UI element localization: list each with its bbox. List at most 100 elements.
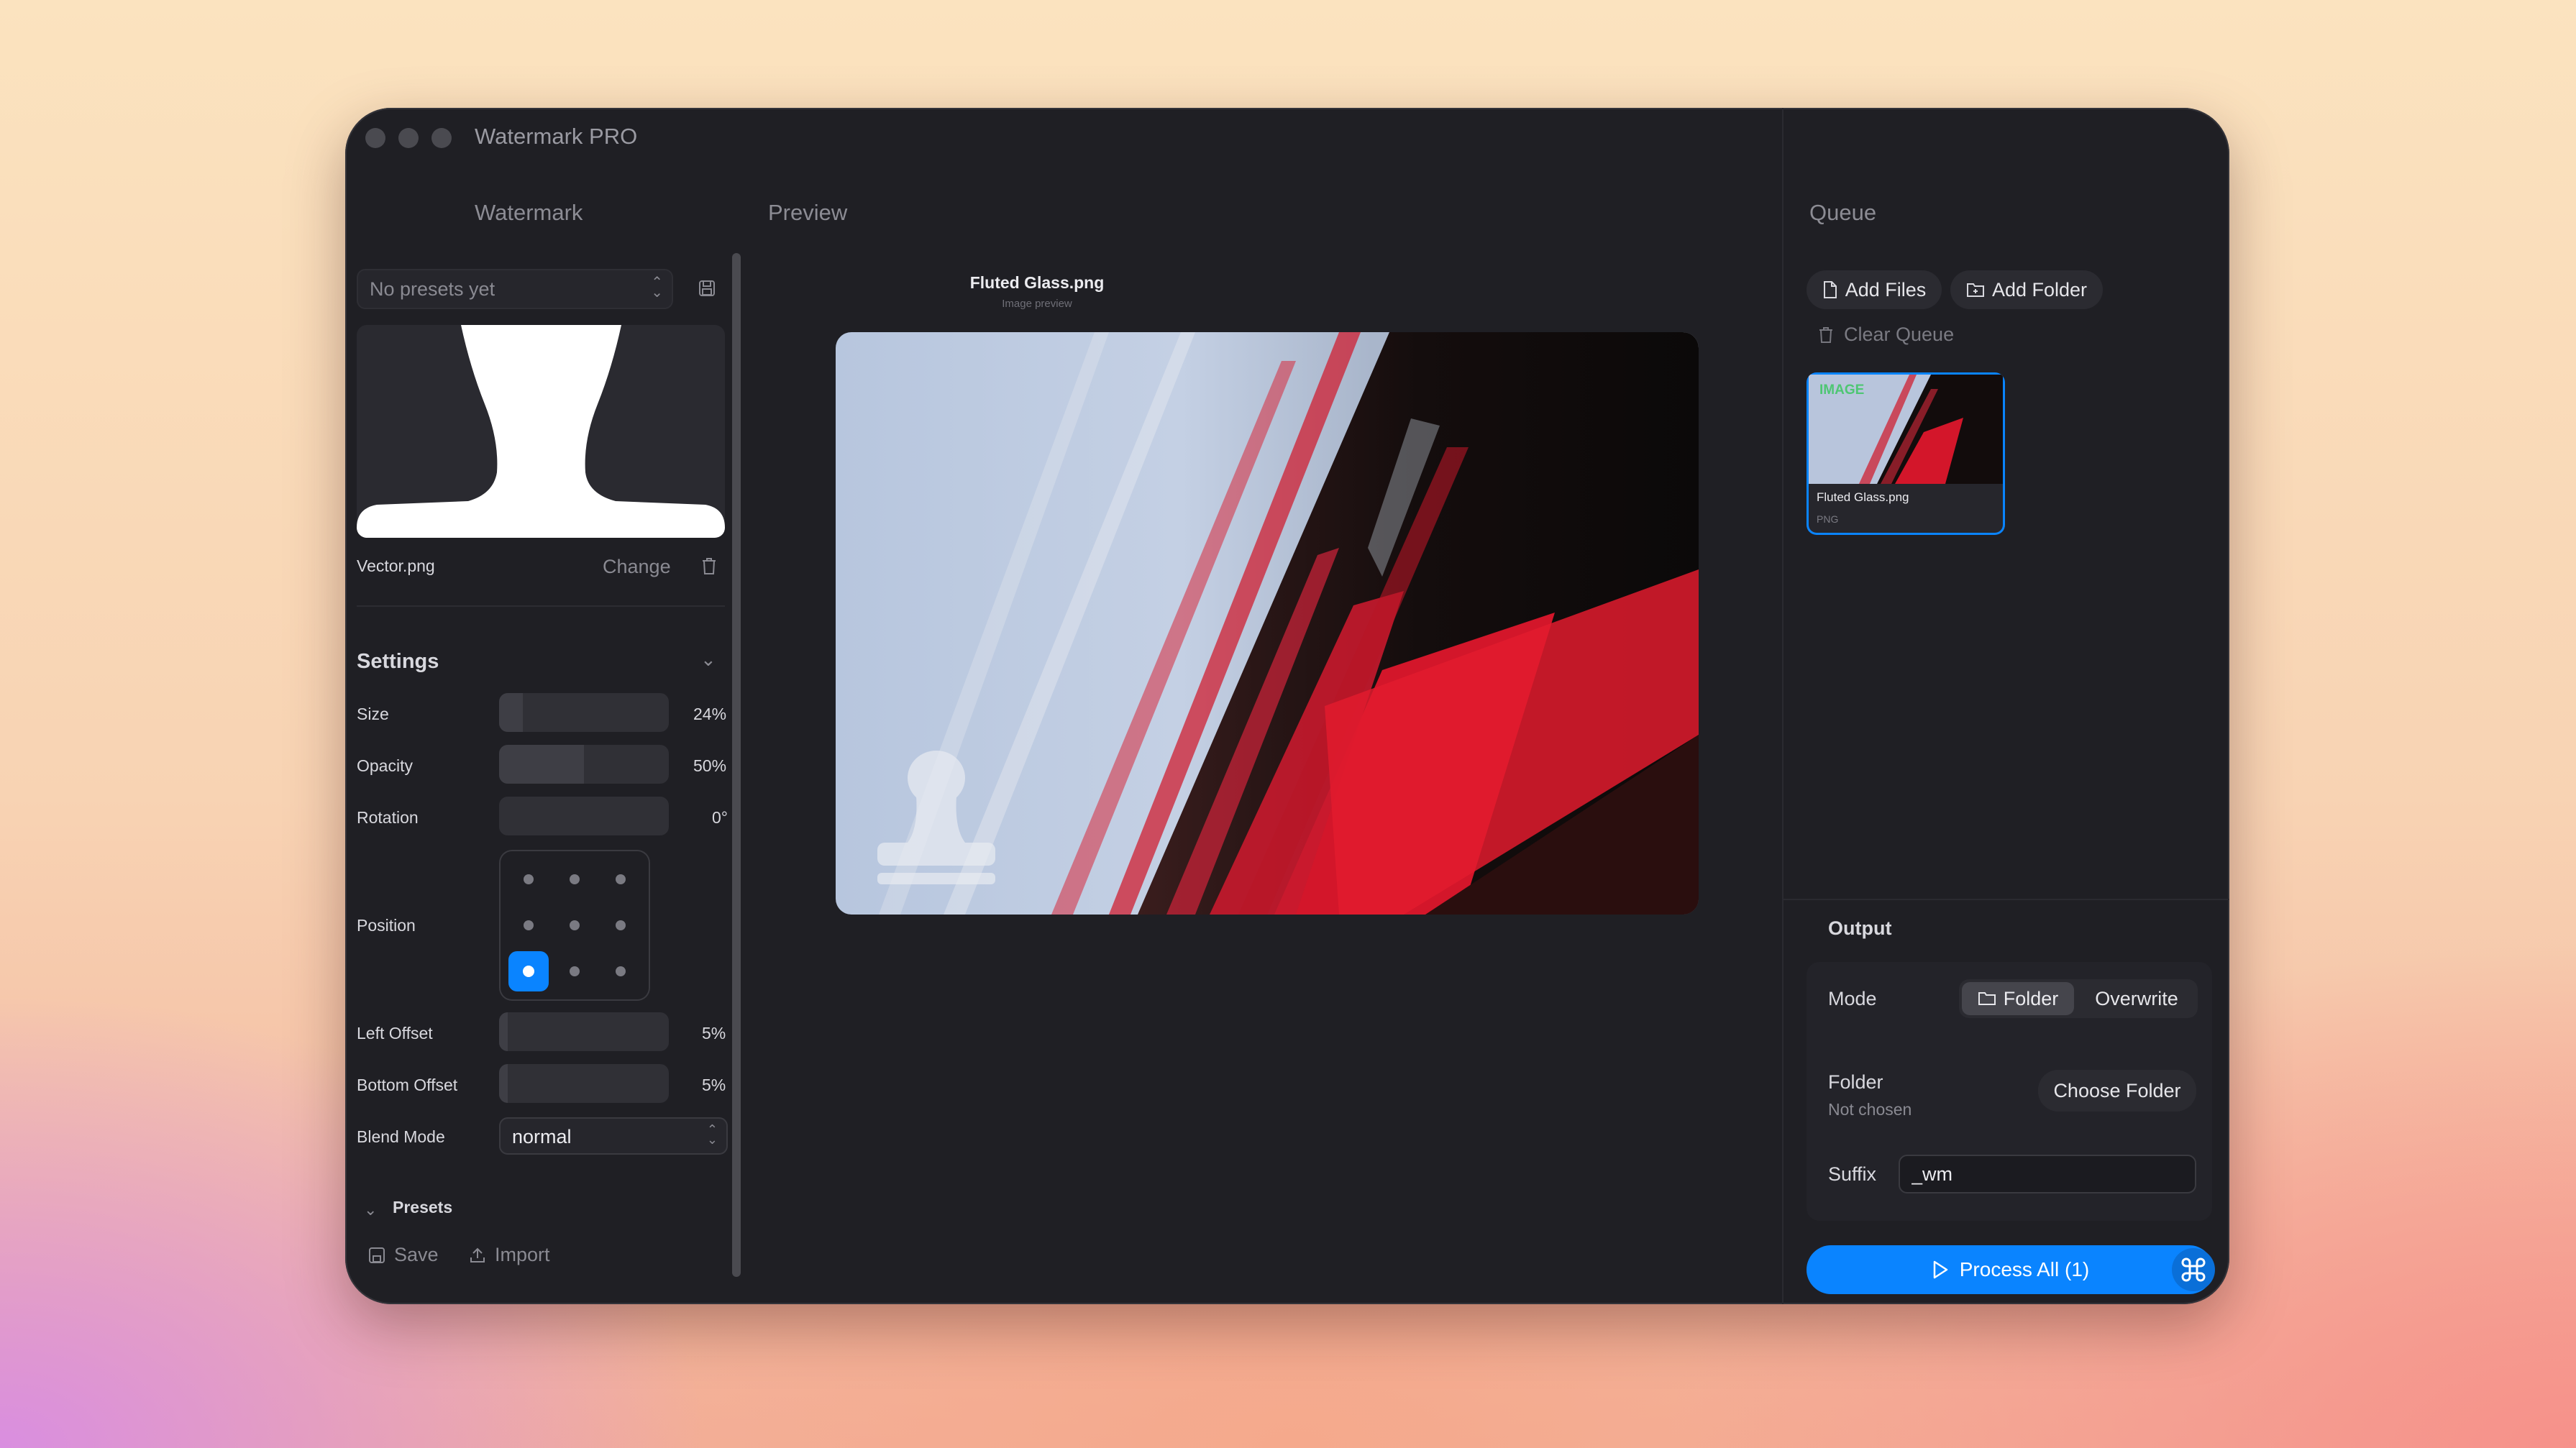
folder-icon (1978, 992, 1996, 1005)
presets-title[interactable]: Presets (393, 1198, 452, 1217)
queue-header: Queue (1809, 200, 1877, 225)
trash-icon[interactable] (700, 556, 718, 579)
choose-folder-label: Choose Folder (2053, 1079, 2181, 1101)
queue-item[interactable]: IMAGE Fluted Glass.png PNG (1807, 372, 2005, 535)
position-bottom-right[interactable] (616, 966, 626, 976)
window-title: Watermark PRO (475, 124, 638, 149)
position-label: Position (357, 916, 416, 935)
preview-image (836, 332, 1699, 915)
close-window-button[interactable] (365, 128, 385, 148)
app-window: Watermark PRO Watermark No presets yet ⌃… (345, 108, 2229, 1304)
position-bottom-left-selected[interactable] (508, 951, 549, 991)
left-offset-value: 5% (702, 1024, 726, 1043)
clear-queue-label: Clear Queue (1844, 324, 1955, 345)
queue-item-badge: IMAGE (1819, 382, 1865, 398)
size-slider-fill (499, 693, 524, 732)
rotation-label: Rotation (357, 808, 419, 827)
preview-filename: Fluted Glass.png (969, 273, 1105, 292)
rotation-slider[interactable] (499, 797, 669, 835)
watermark-thumbnail (357, 325, 725, 538)
add-files-label: Add Files (1845, 278, 1927, 301)
mode-overwrite-label: Overwrite (2095, 987, 2178, 1009)
opacity-slider-fill (499, 745, 584, 784)
save-preset-icon[interactable] (698, 279, 716, 298)
queue-item-type: PNG (1817, 513, 1839, 525)
settings-collapse-icon[interactable]: ⌄ (700, 649, 716, 671)
opacity-value: 50% (693, 756, 727, 775)
blend-mode-select[interactable]: normal ⌃ ⌄ (499, 1117, 728, 1155)
position-middle-left[interactable] (524, 920, 534, 930)
left-offset-slider-fill (499, 1012, 508, 1051)
import-preset-button[interactable]: Import (469, 1244, 550, 1266)
position-middle-right[interactable] (616, 920, 626, 930)
folder-label: Folder (1828, 1071, 1883, 1093)
left-offset-slider[interactable] (499, 1012, 669, 1051)
divider (1782, 108, 1783, 1304)
save-icon (369, 1247, 385, 1263)
trash-icon (1819, 326, 1832, 343)
preset-select-value: No presets yet (370, 278, 495, 300)
bottom-offset-label: Bottom Offset (357, 1076, 458, 1094)
position-top-left[interactable] (524, 874, 534, 884)
process-all-label: Process All (1) (1959, 1258, 2090, 1280)
bottom-offset-slider-fill (499, 1064, 508, 1103)
preview-header: Preview (768, 200, 848, 225)
divider (1783, 899, 2229, 900)
save-preset-button[interactable]: Save (368, 1244, 439, 1266)
suffix-input[interactable] (1899, 1155, 2196, 1193)
choose-folder-button[interactable]: Choose Folder (2038, 1070, 2196, 1112)
preview-subtitle: Image preview (1002, 298, 1072, 310)
rotation-value: 0° (712, 808, 728, 827)
watermark-filename: Vector.png (357, 556, 435, 575)
upload-icon (470, 1247, 485, 1263)
add-files-button[interactable]: Add Files (1807, 270, 1942, 309)
preset-select[interactable]: No presets yet ⌃ ⌄ (357, 269, 673, 309)
command-icon[interactable] (2172, 1248, 2215, 1291)
blend-mode-label: Blend Mode (357, 1127, 445, 1146)
blend-mode-value: normal (512, 1126, 572, 1147)
size-value: 24% (693, 705, 727, 723)
left-offset-label: Left Offset (357, 1024, 433, 1043)
add-folder-button[interactable]: Add Folder (1950, 270, 2103, 309)
position-top-center[interactable] (570, 874, 580, 884)
divider (357, 605, 725, 607)
settings-title: Settings (357, 650, 439, 673)
output-card: Mode Folder Overwrite Folder Not chosen … (1807, 962, 2212, 1221)
save-label: Save (394, 1244, 439, 1265)
bottom-offset-slider[interactable] (499, 1064, 669, 1103)
opacity-label: Opacity (357, 756, 413, 775)
chevron-updown-icon: ⌃ ⌄ (651, 275, 663, 301)
mode-folder-option[interactable]: Folder (1962, 982, 2074, 1015)
import-label: Import (495, 1244, 550, 1265)
process-all-button[interactable]: Process All (1) (1807, 1245, 2214, 1294)
minimize-window-button[interactable] (398, 128, 419, 148)
play-icon (1933, 1260, 1947, 1279)
mode-folder-label: Folder (2003, 987, 2059, 1009)
output-title: Output (1828, 917, 1892, 939)
chevron-down-icon[interactable]: ⌄ (364, 1201, 377, 1219)
file-icon (1823, 281, 1837, 298)
mode-segmented-control: Folder Overwrite (1959, 979, 2198, 1018)
add-folder-label: Add Folder (1991, 278, 2088, 301)
position-bottom-center[interactable] (570, 966, 580, 976)
suffix-label: Suffix (1828, 1163, 1877, 1185)
position-center[interactable] (570, 920, 580, 930)
size-slider[interactable] (499, 693, 669, 732)
chevron-updown-icon: ⌃ ⌄ (706, 1122, 718, 1147)
position-grid (499, 850, 650, 1001)
size-label: Size (357, 705, 389, 723)
opacity-slider[interactable] (499, 745, 669, 784)
stamp-shape-icon (357, 325, 725, 538)
folder-value: Not chosen (1828, 1100, 1912, 1119)
watermark-header: Watermark (475, 200, 583, 225)
position-top-right[interactable] (616, 874, 626, 884)
mode-overwrite-option[interactable]: Overwrite (2078, 982, 2195, 1015)
left-panel-scrollbar[interactable] (732, 253, 741, 1277)
queue-item-name: Fluted Glass.png (1817, 490, 1909, 504)
zoom-window-button[interactable] (431, 128, 452, 148)
clear-queue-button[interactable]: Clear Queue (1818, 324, 1954, 346)
change-watermark-button[interactable]: Change (603, 556, 671, 578)
folder-plus-icon (1966, 283, 1984, 297)
bottom-offset-value: 5% (702, 1076, 726, 1094)
mode-label: Mode (1828, 988, 1877, 1009)
